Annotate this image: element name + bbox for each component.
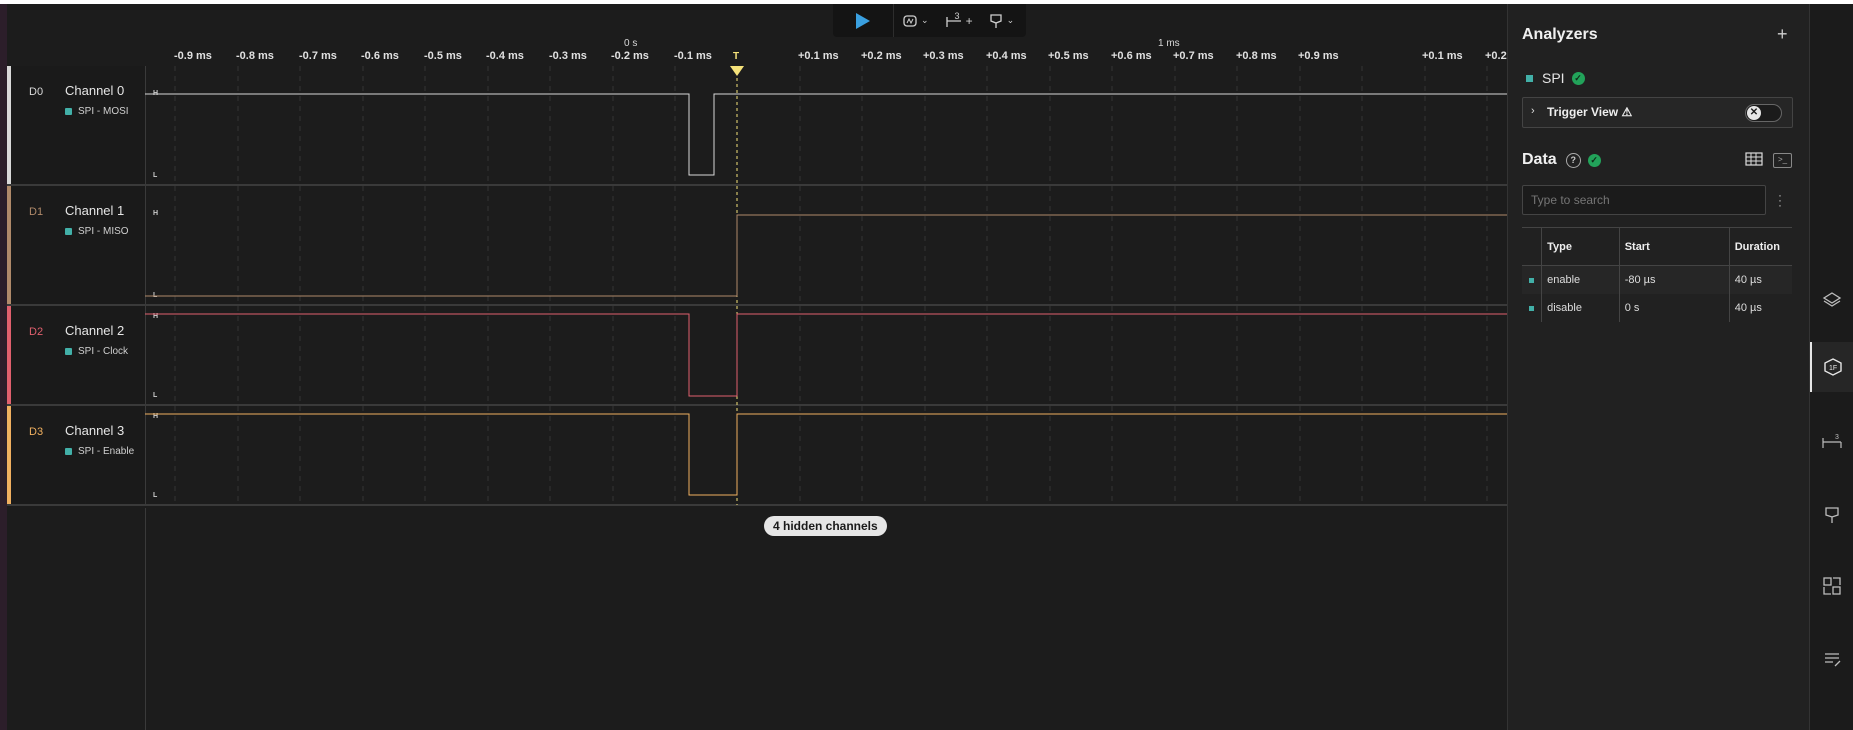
cell-duration: 40 µs [1734,274,1762,286]
chevron-down-icon: ⌄ [921,15,929,25]
analyzers-panel: Analyzers + SPI ✓ › Trigger View ⚠ ✕ Dat… [1507,4,1810,730]
table-view-icon[interactable] [1745,152,1763,166]
cell-start: 0 s [1620,294,1730,322]
analyzer-item-spi[interactable]: SPI ✓ [1526,70,1585,86]
label-column-empty [11,508,146,730]
warning-icon: ⚠ [1621,105,1633,119]
channel-analyzer-tag: SPI - MISO [65,226,129,237]
channel-2-signal [145,313,1507,397]
channel-label-panel[interactable]: D0 Channel 0 SPI - MOSI [11,66,146,184]
play-button[interactable] [833,4,894,37]
timing-markers-tab-button[interactable]: 3 [1810,416,1853,466]
analyzer-icon: 1F [1824,358,1842,376]
channel-id: D1 [29,206,44,218]
trigger-view-toggle[interactable]: ✕ [1745,104,1782,122]
grid-lines [174,66,1488,505]
timing-icon: 3 [1822,434,1842,448]
analyzer-name: SPI - Clock [78,346,129,357]
channel-name[interactable]: Channel 0 [65,83,124,98]
trigger-view-row[interactable]: › Trigger View ⚠ ✕ [1522,97,1793,128]
analyzer-dot-icon [65,228,72,235]
marker-icon [1825,507,1839,523]
extensions-tab-button[interactable] [1810,561,1853,611]
channel-1-signal [145,214,1507,297]
trigger-view-label: Trigger View ⚠ [1547,105,1633,119]
channel-id: D0 [29,86,44,98]
chevron-right-icon: › [1531,105,1535,117]
data-table: Type Start Duration enable -80 µs 40 µs … [1522,227,1792,322]
marker-icon [989,13,1002,28]
side-rail: 1F 3 [1809,4,1853,730]
play-icon [856,12,870,29]
timing-count: 3 [954,10,960,21]
trigger-menu-button[interactable]: ⌄ [894,4,937,37]
channel-id: D2 [29,326,44,338]
svg-text:3: 3 [1835,434,1839,441]
add-analyzer-button[interactable]: + [1777,24,1788,45]
hidden-channels-button[interactable]: 4 hidden channels [764,516,887,536]
analyzer-dot-icon [65,448,72,455]
check-circle-icon: ✓ [1587,153,1601,167]
marker-menu-button[interactable]: ⌄ [981,4,1023,37]
plus-icon: + [965,13,973,28]
device-settings-button[interactable] [1810,274,1853,324]
capture-toolbar: ⌄ 3 + ⌄ [833,4,1026,37]
table-header: Type Start Duration [1522,227,1792,266]
channel-analyzer-tag: SPI - Clock [65,346,128,357]
analyzer-dot-icon [65,348,72,355]
channel-id: D3 [29,426,44,438]
extensions-icon [1823,577,1841,595]
more-options-icon[interactable]: · · · [1778,189,1782,211]
svg-text:1F: 1F [1829,365,1837,372]
table-row[interactable]: enable -80 µs 40 µs [1522,266,1792,294]
table-row[interactable]: disable 0 s 40 µs [1522,294,1792,322]
analyzer-dot-icon [65,108,72,115]
channel-label-panel[interactable]: D2 Channel 2 SPI - Clock [11,306,146,404]
channel-analyzer-tag: SPI - MOSI [65,106,129,117]
analyzer-name: SPI - MOSI [78,106,129,117]
row-color-icon [1529,277,1535,283]
cell-duration: 40 µs [1734,302,1762,314]
column-header-duration[interactable]: Duration [1730,228,1792,265]
layers-icon [1822,292,1842,307]
markers-tab-button[interactable] [1810,490,1853,540]
channel-3-signal [145,413,1507,496]
waveform-plot[interactable]: T [145,38,1507,730]
channel-label-panel[interactable]: D3 Channel 3 SPI - Enable [11,406,146,504]
channel-name[interactable]: Channel 3 [65,423,124,438]
channel-name[interactable]: Channel 1 [65,203,124,218]
analyzer-color-icon [1526,74,1533,82]
data-section-title: Data ? ✓ [1522,151,1601,169]
trigger-icon [903,14,917,27]
desktop-edge [0,4,7,730]
header-spacer [1522,228,1543,265]
chevron-down-icon: ⌄ [1006,15,1015,25]
close-icon: ✕ [1747,106,1761,120]
terminal-view-icon[interactable]: >_ [1773,153,1792,168]
column-header-type[interactable]: Type [1542,228,1620,265]
cell-start: -80 µs [1620,266,1730,294]
timing-marker-icon [945,16,961,27]
trigger-label: T [733,51,739,62]
channel-analyzer-tag: SPI - Enable [65,446,134,457]
notes-tab-button[interactable] [1810,634,1853,684]
analyzer-name: SPI - Enable [78,446,135,457]
add-timing-marker-button[interactable]: 3 + [937,4,981,37]
data-search-input[interactable] [1522,185,1766,215]
cell-type: disable [1542,294,1620,322]
notes-icon [1825,653,1841,667]
analyzer-name: SPI [1542,70,1565,86]
channel-label-panel[interactable]: D1 Channel 1 SPI - MISO [11,186,146,304]
analyzers-tab-button[interactable]: 1F [1810,342,1853,392]
check-circle-icon: ✓ [1571,71,1585,85]
cell-type: enable [1542,266,1620,294]
channel-name[interactable]: Channel 2 [65,323,124,338]
help-icon[interactable]: ? [1565,152,1581,168]
analyzers-title: Analyzers [1522,26,1598,43]
row-color-icon [1529,305,1535,311]
column-header-start[interactable]: Start [1620,228,1730,265]
channel-0-signal [145,93,1507,176]
analyzer-name: SPI - MISO [78,226,129,237]
trigger-marker-icon [730,66,744,76]
